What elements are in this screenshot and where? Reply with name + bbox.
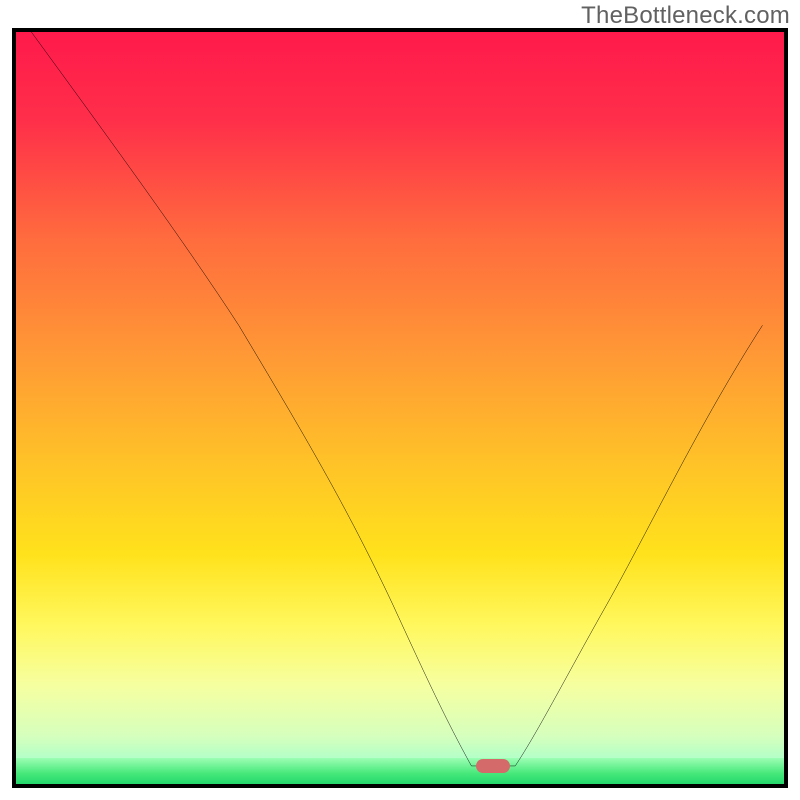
chart-frame <box>12 28 788 788</box>
watermark-label: TheBottleneck.com <box>581 2 790 30</box>
chart-background <box>16 32 784 784</box>
bottleneck-marker <box>476 759 510 773</box>
chart-stage: TheBottleneck.com <box>0 0 800 800</box>
